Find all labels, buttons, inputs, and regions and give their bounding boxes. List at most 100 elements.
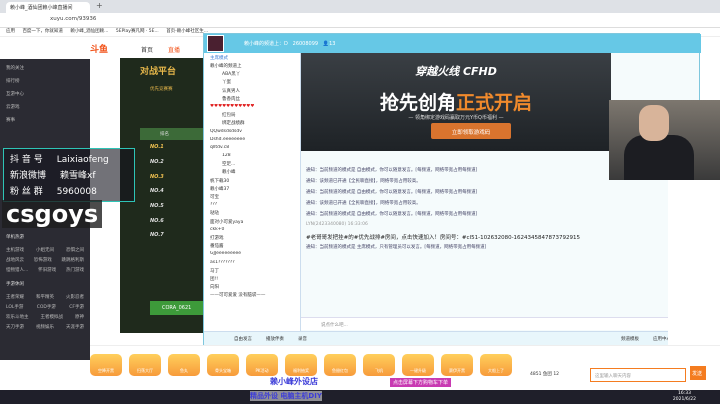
bookmark[interactable]: 首页-赖小峰社区生... (166, 29, 208, 34)
chat-input[interactable]: 说点什么吧... (301, 317, 701, 330)
channel-item[interactable]: 赖小峰37 (204, 186, 300, 194)
category-link[interactable]: 王者模拟战 (41, 314, 64, 324)
channel-item[interactable]: 番茄酱 (204, 243, 300, 251)
category-link[interactable]: 热门游戏 (66, 267, 84, 277)
category-link[interactable]: 跳跳格利斯 (62, 257, 85, 267)
new-tab-icon[interactable]: + (96, 1, 103, 10)
gift-button[interactable]: 鱼丸 (168, 354, 200, 376)
category-link[interactable]: LOL手游 (6, 304, 23, 314)
play-music-button[interactable]: 播放伴奏 (266, 336, 284, 342)
channel-item[interactable]: GJJeeeeeeeee (204, 251, 300, 259)
category-link[interactable]: 原神 (75, 314, 84, 324)
nav-home[interactable]: 首页 (141, 45, 153, 54)
channel-item[interactable]: 认真男人 (204, 88, 300, 96)
channel-list: 主席模式 赖小峰的频道上 ABA黑丫 丫蛋 认真男人 鲁香肉丝 ♥♥♥♥♥♥♥♥♥♥♥ 红包… (204, 53, 301, 346)
channel-item[interactable]: 帆下载30 (204, 178, 300, 186)
category-link[interactable]: 恐惧之间 (66, 247, 84, 257)
system-clock[interactable]: 16:33 2021/6/22 (673, 391, 696, 403)
sidebar-item[interactable]: 我的关注 (6, 65, 84, 78)
channel-item[interactable]: 鲁香肉丝 (204, 96, 300, 104)
gift-button[interactable]: 福利抽奖 (285, 354, 317, 376)
bookmark[interactable]: 百度一下，你就知道 (22, 29, 63, 34)
mode-select[interactable]: 主席模式 (204, 53, 300, 63)
claim-code-button[interactable]: 立即领取游戏码 (431, 123, 511, 139)
sidebar-item[interactable]: 赛事 (6, 117, 84, 130)
rank-item: NO.4 (150, 188, 164, 194)
gift-button[interactable]: PK活动 (246, 354, 278, 376)
channel-item[interactable]: qlltdv.c8 (204, 145, 300, 153)
category-link[interactable]: 主机游戏 (6, 247, 24, 257)
nav-live[interactable]: 直播 (168, 45, 180, 54)
bookmark[interactable]: 5EPlay赛凡网 · 5E... (116, 29, 159, 34)
channel-item[interactable]: 哒哒 (204, 210, 300, 218)
chat-message[interactable]: #老哥哥发把挂#的#优先战排#房间，点击快速加入！房间号：#cl51-10263… (306, 233, 606, 244)
gift-button[interactable]: 扫荡大厅 (129, 354, 161, 376)
channel-id: 26008099 (292, 41, 319, 47)
channel-item[interactable]: 马丁 (204, 268, 300, 276)
channel-item[interactable]: 向阳 (204, 284, 300, 292)
channel-item[interactable]: QQwdsdsdsdv (204, 129, 300, 137)
chat-log: 通知：当前频道的模式是 自由模式，你可以随意发言。[每频道，网络带宽占用每频道]… (301, 163, 611, 315)
category-link[interactable]: COD手游 (37, 304, 56, 314)
category-link[interactable]: 怀旧游戏 (38, 267, 56, 277)
url-input[interactable]: xuyu.com/93936 (50, 16, 96, 22)
category-link[interactable]: CF手游 (69, 304, 84, 314)
category-link[interactable]: 怪物猎人... (6, 267, 28, 277)
category-link[interactable]: 恐怖游戏 (34, 257, 52, 267)
channel-item[interactable]: 丫蛋 (204, 79, 300, 87)
browser-tab[interactable]: 赖小峰_酒仙团赖小峰直播间 (6, 2, 90, 13)
category-link[interactable]: 欢乐斗地主 (6, 314, 29, 324)
cf-logo: 穿越火线 CFHD (415, 65, 497, 78)
5e-tab[interactable]: 优先竞赛赛 (150, 86, 173, 92)
gift-button[interactable]: 空降开黑 (90, 354, 122, 376)
douyu-chat-input[interactable]: 这里输入聊天内容 (590, 368, 686, 382)
bookmark[interactable]: 赖小峰_酒仙团赖... (70, 29, 108, 34)
douyu-logo[interactable]: 斗鱼 (90, 42, 108, 55)
sidebar-item[interactable]: 云游戏 (6, 104, 84, 117)
channel-item[interactable]: 128 (204, 153, 300, 161)
channel-item[interactable]: ckk+0 (204, 227, 300, 235)
chat-notice: 通知：当前频道的模式是 自由模式，你可以随意发言。[每频道，网络带宽占用每频道] (306, 212, 478, 217)
gift-button[interactable]: 大船上了 (480, 354, 512, 376)
channel-item[interactable]: ABA黑丫 (204, 71, 300, 79)
channel-item[interactable]: Dshd.eeeeeeee (204, 137, 300, 145)
category-link[interactable]: 火影忍者 (66, 294, 84, 304)
bookmark[interactable]: 应用 (6, 29, 15, 34)
category-link[interactable]: 天涯手游 (66, 324, 84, 334)
free-speech-button[interactable]: 自由发言 (234, 336, 252, 342)
category-link[interactable]: 小姐无间 (36, 247, 54, 257)
channel-template-button[interactable]: 频道模板 (621, 336, 639, 342)
channel-item[interactable]: 红包局 (204, 112, 300, 120)
channel-item[interactable]: 赖小峰 (204, 169, 300, 177)
channel-item[interactable]: 打游戏 (204, 235, 300, 243)
gift-button[interactable]: 骨头宝箱 (207, 354, 239, 376)
category-link[interactable]: 和平精英 (36, 294, 54, 304)
player-row[interactable]: CORA_0621 (150, 301, 205, 315)
channel-item[interactable]: 可宝 (204, 194, 300, 202)
send-button[interactable]: 发送 (690, 366, 706, 380)
chat-user[interactable]: LYN(2423340080) (306, 222, 346, 227)
gift-button[interactable]: 赛伊开黑 (441, 354, 473, 376)
channel-item[interactable]: 赖小峰的频道上 (204, 63, 300, 71)
channel-avatar[interactable] (207, 35, 224, 52)
cf-ad-banner[interactable]: 穿越火线 CFHD 抢先创角正式开启 — 领角绑定游戏码赢取万元Y币Q币福利 —… (301, 53, 611, 151)
category-link[interactable]: 视频娱乐 (36, 324, 54, 334)
gift-button[interactable]: 一键升级 (402, 354, 434, 376)
clock-date: 2021/6/22 (672, 397, 696, 402)
channel-item[interactable]: ——可可爱爱 没有脑袋—— (204, 292, 300, 300)
category-link[interactable]: 王者荣耀 (6, 294, 24, 304)
channel-item[interactable]: 空足... (204, 161, 300, 169)
gift-button[interactable]: 鱼翅红包 (324, 354, 356, 376)
record-button[interactable]: 录音 (298, 336, 307, 342)
channel-item[interactable]: 绑定战绩群 (204, 120, 300, 128)
category-link[interactable]: 战地风云 (6, 257, 24, 267)
channel-item[interactable]: ♥♥♥♥♥♥♥♥♥♥♥ (204, 104, 300, 112)
channel-item[interactable]: as1??????? (204, 260, 300, 268)
channel-item[interactable]: 团!! (204, 276, 300, 284)
category-link[interactable]: 天刀手游 (6, 324, 24, 334)
channel-item[interactable]: 面对小可爱yaya (204, 219, 300, 227)
sidebar-item[interactable]: 互游中心 (6, 91, 84, 104)
gift-button[interactable]: 飞机 (363, 354, 395, 376)
channel-item[interactable]: ??? (204, 202, 300, 210)
sidebar-item[interactable]: 排行榜 (6, 78, 84, 91)
